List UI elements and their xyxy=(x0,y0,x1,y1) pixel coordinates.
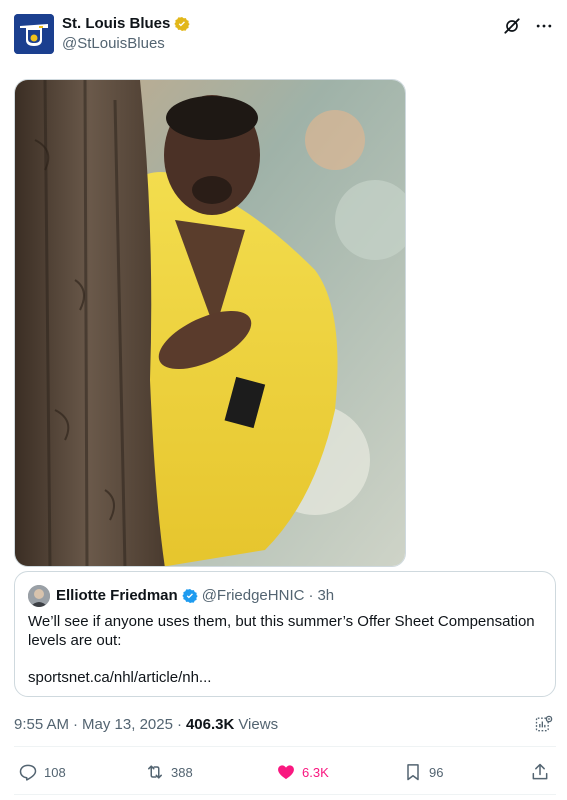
quoted-display-name[interactable]: Elliotte Friedman xyxy=(56,587,178,604)
header-actions xyxy=(502,16,554,36)
repost-count: 388 xyxy=(171,764,193,780)
like-button[interactable]: 6.3K xyxy=(276,762,329,782)
bookmark-icon xyxy=(407,764,419,781)
reply-count: 108 xyxy=(44,764,66,780)
divider xyxy=(14,794,556,795)
retweet-icon xyxy=(148,765,162,779)
tweet-time[interactable]: 9:55 AM xyxy=(14,716,69,733)
quoted-verified-badge-icon xyxy=(182,588,198,604)
share-button[interactable] xyxy=(530,762,550,782)
tweet-photo[interactable] xyxy=(14,79,406,567)
quoted-author-avatar[interactable] xyxy=(28,585,50,607)
quoted-header: Elliotte Friedman @FriedgeHNIC · 3h xyxy=(56,587,334,604)
author-handle[interactable]: @StLouisBlues xyxy=(62,35,165,52)
quoted-time[interactable]: 3h xyxy=(317,587,334,604)
divider xyxy=(14,746,556,747)
tweet-header: St. Louis Blues @StLouisBlues xyxy=(14,14,554,54)
tweet-date[interactable]: May 13, 2025 xyxy=(82,716,173,733)
like-icon xyxy=(278,765,294,780)
verified-badge-icon xyxy=(174,16,191,32)
quoted-tweet[interactable]: Elliotte Friedman @FriedgeHNIC · 3h We’l… xyxy=(14,571,556,697)
author-display-name[interactable]: St. Louis Blues xyxy=(62,15,170,32)
quoted-link[interactable]: sportsnet.ca/nhl/article/nh... xyxy=(28,669,211,686)
author-avatar[interactable] xyxy=(14,14,54,54)
meta-separator: · xyxy=(176,716,182,733)
repost-button[interactable]: 388 xyxy=(145,762,193,782)
bookmark-button[interactable]: 96 xyxy=(403,762,443,782)
quoted-text: We’ll see if anyone uses them, but this … xyxy=(28,613,535,649)
tweet-actions: 108 388 6.3K 96 xyxy=(14,762,554,786)
reply-icon xyxy=(19,764,37,781)
grok-icon[interactable] xyxy=(502,16,522,36)
views-label: Views xyxy=(238,716,279,733)
quoted-separator: · xyxy=(308,587,314,604)
share-icon xyxy=(532,763,548,780)
meta-separator: · xyxy=(73,716,79,733)
more-icon[interactable] xyxy=(534,16,554,36)
views-count: 406.3K xyxy=(185,716,235,733)
author-name-row[interactable]: St. Louis Blues xyxy=(62,15,191,32)
quoted-handle[interactable]: @FriedgeHNIC xyxy=(202,587,305,604)
tweet-timestamp: 9:55 AM · May 13, 2025 · 406.3K Views xyxy=(14,716,278,733)
analytics-icon[interactable] xyxy=(534,714,554,734)
like-count: 6.3K xyxy=(302,764,329,780)
bookmark-count: 96 xyxy=(429,764,444,780)
reply-button[interactable]: 108 xyxy=(18,762,66,782)
